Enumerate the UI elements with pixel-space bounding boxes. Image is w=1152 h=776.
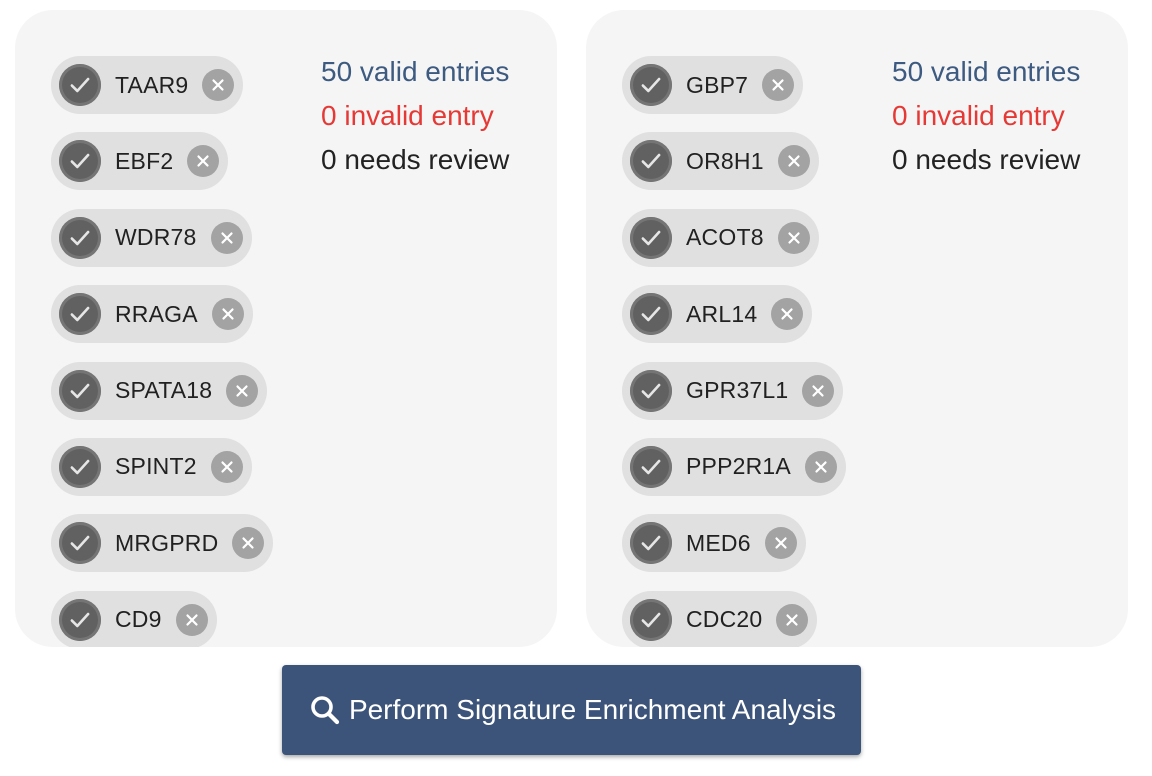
remove-icon[interactable]: [175, 603, 208, 636]
check-icon: [59, 140, 101, 183]
gene-chip[interactable]: WDR78: [51, 208, 252, 267]
remove-icon[interactable]: [804, 450, 837, 483]
remove-icon[interactable]: [211, 298, 244, 331]
gene-label: GPR37L1: [686, 377, 789, 404]
valid-count: 50 valid entries: [892, 56, 1081, 87]
check-icon: [630, 64, 672, 106]
remove-icon[interactable]: [777, 221, 810, 254]
gene-chip[interactable]: PPP2R1A: [622, 437, 846, 496]
check-icon: [630, 140, 672, 183]
gene-chip[interactable]: MRGPRD: [51, 514, 274, 573]
perform-enrichment-label: Perform Signature Enrichment Analysis: [348, 694, 837, 725]
gene-chip[interactable]: GPR37L1: [622, 361, 844, 420]
gene-chip[interactable]: OR8H1: [622, 132, 819, 191]
gene-chip[interactable]: EBF2: [51, 132, 229, 191]
invalid-count: 0 invalid entry: [321, 100, 494, 131]
entry-stats: 50 valid entries 0 invalid entry 0 needs…: [892, 50, 1080, 182]
invalid-count: 0 invalid entry: [892, 100, 1065, 131]
check-icon: [59, 445, 101, 488]
gene-chip[interactable]: TAAR9: [51, 56, 244, 114]
remove-icon[interactable]: [226, 374, 259, 407]
gene-set-panel-right: GBP7 OR8H1 ACOT8 ARL14 GPR37L1 PPP2R1A M…: [586, 10, 1128, 647]
gene-chip[interactable]: GBP7: [622, 56, 804, 114]
remove-icon[interactable]: [210, 450, 243, 483]
gene-chip[interactable]: ACOT8: [622, 208, 819, 267]
gene-chip[interactable]: ARL14: [622, 285, 813, 344]
review-count: 0 needs review: [321, 144, 510, 175]
gene-label: OR8H1: [686, 147, 764, 174]
check-icon: [59, 522, 101, 565]
check-icon: [59, 598, 101, 641]
gene-chip-list: GBP7 OR8H1 ACOT8 ARL14 GPR37L1 PPP2R1A M…: [622, 56, 846, 647]
remove-icon[interactable]: [764, 527, 797, 560]
gene-chip[interactable]: CD9: [51, 590, 217, 647]
check-icon: [630, 445, 672, 488]
check-icon: [59, 216, 101, 259]
remove-icon[interactable]: [210, 221, 243, 254]
gene-label: CD9: [115, 606, 162, 633]
gene-chip[interactable]: MED6: [622, 514, 806, 573]
gene-label: CDC20: [686, 606, 763, 633]
gene-chip-list: TAAR9 EBF2 WDR78 RRAGA SPATA18 SPINT2 MR…: [51, 56, 274, 647]
gene-label: MRGPRD: [115, 529, 219, 556]
gene-label: ACOT8: [686, 224, 764, 251]
search-icon: [307, 692, 343, 728]
check-icon: [630, 522, 672, 565]
perform-enrichment-button[interactable]: Perform Signature Enrichment Analysis: [282, 665, 861, 755]
entry-stats: 50 valid entries 0 invalid entry 0 needs…: [321, 50, 509, 182]
gene-label: WDR78: [115, 224, 197, 251]
remove-icon[interactable]: [202, 69, 235, 101]
remove-icon[interactable]: [776, 603, 809, 636]
gene-chip[interactable]: SPATA18: [51, 361, 268, 420]
check-icon: [630, 216, 672, 259]
check-icon: [630, 293, 672, 336]
gene-label: TAAR9: [115, 71, 189, 98]
gene-label: SPINT2: [115, 453, 197, 480]
gene-label: SPATA18: [115, 377, 213, 404]
remove-icon[interactable]: [232, 527, 265, 560]
gene-label: PPP2R1A: [686, 453, 791, 480]
check-icon: [59, 64, 101, 106]
gene-set-panel-left: TAAR9 EBF2 WDR78 RRAGA SPATA18 SPINT2 MR…: [15, 10, 557, 647]
gene-chip[interactable]: CDC20: [622, 590, 818, 647]
remove-icon[interactable]: [777, 145, 810, 178]
gene-label: ARL14: [686, 300, 758, 327]
gene-chip[interactable]: SPINT2: [51, 437, 252, 496]
remove-icon[interactable]: [802, 374, 835, 407]
review-count: 0 needs review: [892, 144, 1081, 175]
valid-count: 50 valid entries: [321, 56, 510, 87]
remove-icon[interactable]: [771, 298, 804, 331]
gene-label: EBF2: [115, 147, 174, 174]
gene-label: RRAGA: [115, 300, 198, 327]
check-icon: [630, 598, 672, 641]
remove-icon[interactable]: [762, 69, 795, 101]
gene-label: MED6: [686, 529, 751, 556]
check-icon: [59, 369, 101, 412]
gene-chip[interactable]: RRAGA: [51, 285, 253, 344]
remove-icon[interactable]: [187, 145, 220, 178]
gene-label: GBP7: [686, 71, 749, 98]
check-icon: [630, 369, 672, 412]
check-icon: [59, 293, 101, 336]
